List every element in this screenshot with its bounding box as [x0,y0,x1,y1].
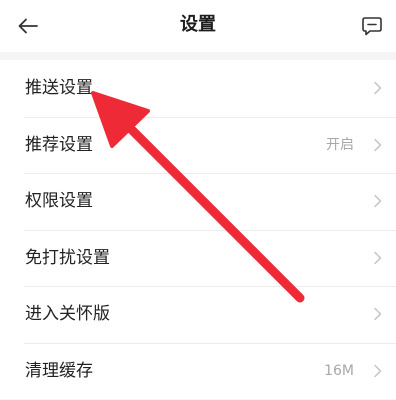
feedback-button[interactable] [358,12,386,40]
settings-item-recommend[interactable]: 推荐设置 开启 [0,116,396,174]
chevron-right-icon [374,194,382,208]
arrow-left-icon [18,18,38,34]
settings-item-permissions[interactable]: 权限设置 [0,173,396,230]
settings-item-push[interactable]: 推送设置 [0,60,396,117]
settings-item-value: 16M [324,362,354,379]
message-square-icon [362,17,382,36]
settings-item-label: 清理缓存 [25,360,93,381]
chevron-right-icon [374,251,382,264]
settings-item-label: 推送设置 [25,78,93,98]
top-bar: 设置 [0,0,396,52]
settings-item-label: 权限设置 [25,191,93,211]
chevron-right-icon [374,138,382,151]
page-title: 设置 [180,14,216,35]
settings-item-do-not-disturb[interactable]: 免打扰设置 [0,229,396,287]
settings-item-label: 进入关怀版 [25,304,110,324]
settings-item-label: 推荐设置 [25,134,93,155]
settings-item-label: 免打扰设置 [25,247,110,268]
settings-item-care-mode[interactable]: 进入关怀版 [0,286,396,343]
chevron-right-icon [374,364,382,377]
back-button[interactable] [14,12,42,40]
chevron-right-icon [374,81,382,95]
settings-item-value: 开启 [326,136,354,153]
settings-list: 推送设置 推荐设置 开启 权限设置 免打扰设置 进入关怀版 清理缓存 16M [0,60,396,399]
chevron-right-icon [374,307,382,321]
settings-item-clear-cache[interactable]: 清理缓存 16M [0,342,396,400]
